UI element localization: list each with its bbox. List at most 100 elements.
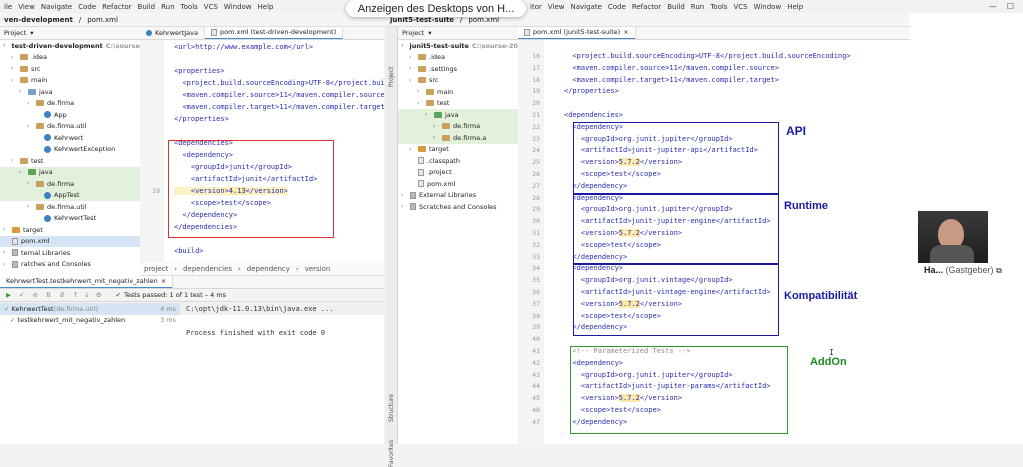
chevron-icon[interactable]: › (401, 42, 403, 49)
close-icon[interactable]: × (161, 277, 166, 285)
tree-node[interactable]: › target (0, 224, 140, 236)
tree-node[interactable]: App (0, 109, 140, 121)
menu-item[interactable]: Navigate (41, 3, 72, 11)
tab-kehrwert-java[interactable]: KehrwertJava (140, 27, 205, 39)
chevron-icon[interactable]: › (19, 88, 25, 95)
tree-node[interactable]: .project (398, 167, 518, 179)
expand-icon[interactable]: ⇵ (51, 291, 64, 299)
chevron-icon[interactable]: › (409, 146, 415, 153)
breadcrumb-project[interactable]: ven-development (4, 16, 73, 24)
menu-item[interactable]: Window (754, 3, 782, 11)
chevron-icon[interactable]: › (433, 134, 439, 141)
tree-node[interactable]: › main (398, 86, 518, 98)
chevron-icon[interactable]: › (3, 42, 5, 49)
chevron-icon[interactable]: › (409, 77, 415, 84)
editor-breadcrumb-item[interactable]: project (144, 265, 168, 273)
right-code-editor[interactable]: 16 17 18 19 20 21 22 23 24 25 26 27 28 29 30 31 32 33 34 35… (518, 40, 910, 444)
menu-item[interactable]: itor (530, 3, 542, 11)
menu-item[interactable]: View (548, 3, 565, 11)
menu-item[interactable]: Run (691, 3, 704, 11)
structure-tool-label[interactable]: Structure (388, 394, 395, 422)
tree-node[interactable]: pom.xml (0, 235, 140, 247)
tree-node[interactable]: › ternal Libraries (0, 247, 140, 259)
chevron-icon[interactable]: › (3, 249, 9, 256)
menu-item[interactable]: Build (138, 3, 156, 11)
tree-node[interactable]: › src (398, 75, 518, 87)
menu-item[interactable]: Help (787, 3, 803, 11)
tree-node[interactable]: › .idea (398, 52, 518, 64)
tab-pom-xml[interactable]: pom.xml (junit5-test-suite) × (518, 27, 636, 39)
menu-item[interactable]: ile (4, 3, 12, 11)
chevron-icon[interactable]: › (27, 123, 33, 130)
maximize-icon[interactable]: ☐ (1007, 2, 1014, 11)
chevron-down-icon[interactable]: ▾ (30, 29, 33, 37)
project-tool-label[interactable]: Project (388, 66, 395, 87)
left-code-editor[interactable]: 29 <url>http://www.example.com</url> <pro… (140, 40, 384, 262)
tab-pom-xml[interactable]: pom.xml (test-driven-development) (205, 27, 344, 39)
menu-item[interactable]: View (18, 3, 35, 11)
screen-share-icon[interactable]: ⧉ (996, 266, 1002, 275)
chevron-icon[interactable]: › (27, 180, 33, 187)
editor-breadcrumb-item[interactable]: dependencies (183, 265, 232, 273)
menu-item[interactable]: Refactor (102, 3, 131, 11)
settings-icon[interactable]: ⚙ (90, 291, 102, 299)
run-tab[interactable]: KehrwertTest.testkehrwert_mit_negativ_za… (0, 276, 174, 288)
menu-item[interactable]: Run (161, 3, 174, 11)
tree-node[interactable]: › .idea (0, 52, 140, 64)
tree-node[interactable]: › Scratches and Consoles (398, 201, 518, 213)
menu-item[interactable]: Tools (181, 3, 198, 11)
tree-node[interactable]: .classpath (398, 155, 518, 167)
editor-breadcrumb-item[interactable]: version (305, 265, 331, 273)
tree-node[interactable]: › test-driven-developmentC:\sourse-2021\ (0, 40, 140, 52)
chevron-icon[interactable]: › (11, 54, 17, 61)
tree-node[interactable]: › java (0, 166, 140, 178)
desktop-share-banner[interactable]: Anzeigen des Desktops von H... (346, 0, 526, 17)
tree-node[interactable]: KehrwertTest (0, 213, 140, 225)
chevron-icon[interactable]: › (11, 77, 17, 84)
menu-item[interactable]: Refactor (632, 3, 661, 11)
tree-node[interactable]: AppTest (0, 189, 140, 201)
tree-node[interactable]: › ratches and Consoles (0, 259, 140, 271)
menu-item[interactable]: Code (78, 3, 96, 11)
close-icon[interactable]: × (623, 28, 628, 36)
menu-item[interactable]: Window (224, 3, 252, 11)
chevron-icon[interactable]: › (27, 203, 33, 210)
chevron-icon[interactable]: › (401, 203, 407, 210)
up-arrow-icon[interactable]: ↑ (65, 291, 78, 299)
menu-item[interactable]: Navigate (570, 3, 601, 11)
menu-item[interactable]: VCS (733, 3, 747, 11)
menu-item[interactable]: VCS (204, 3, 218, 11)
sort-icon[interactable]: ⇅ (38, 291, 51, 299)
tree-node[interactable]: › junit5-test-suiteC:\sourse-2021\ (398, 40, 518, 52)
test-result-row[interactable]: ✓ testkehrwert_mit_negativ_zahlen 3 ms (0, 315, 180, 327)
run-console[interactable]: C:\opt\jdk-11.0.13\bin\java.exe ... Proce… (180, 303, 384, 444)
tree-node[interactable]: › External Libraries (398, 190, 518, 202)
menu-item[interactable]: Code (608, 3, 626, 11)
chevron-icon[interactable]: › (3, 226, 9, 233)
chevron-icon[interactable]: › (27, 100, 33, 107)
project-view-label[interactable]: Project (0, 29, 26, 37)
minimize-icon[interactable]: — (989, 2, 997, 11)
menu-item[interactable]: Build (667, 3, 685, 11)
tree-node[interactable]: › de.firma (0, 178, 140, 190)
tree-node[interactable]: › test (398, 98, 518, 110)
chevron-icon[interactable]: › (409, 65, 415, 72)
tree-node[interactable]: › src (0, 63, 140, 75)
tree-node[interactable]: › java (398, 109, 518, 121)
chevron-icon[interactable]: › (11, 65, 17, 72)
tree-node[interactable]: › de.firma (0, 98, 140, 110)
chevron-icon[interactable]: › (409, 54, 415, 61)
tree-node[interactable]: › test (0, 155, 140, 167)
chevron-icon[interactable]: › (19, 169, 25, 176)
tree-node[interactable]: › de.firma.util (0, 201, 140, 213)
tree-node[interactable]: pom.xml (398, 178, 518, 190)
chevron-icon[interactable]: › (433, 123, 439, 130)
tree-node[interactable]: KehrwertException (0, 144, 140, 156)
tree-node[interactable]: Kehrwert (0, 132, 140, 144)
chevron-icon[interactable]: › (425, 111, 431, 118)
tree-node[interactable]: › de.firma.util (0, 121, 140, 133)
editor-breadcrumb-item[interactable]: dependency (247, 265, 290, 273)
chevron-icon[interactable]: › (417, 88, 423, 95)
menu-item[interactable]: Help (258, 3, 274, 11)
tree-node[interactable]: › target (398, 144, 518, 156)
